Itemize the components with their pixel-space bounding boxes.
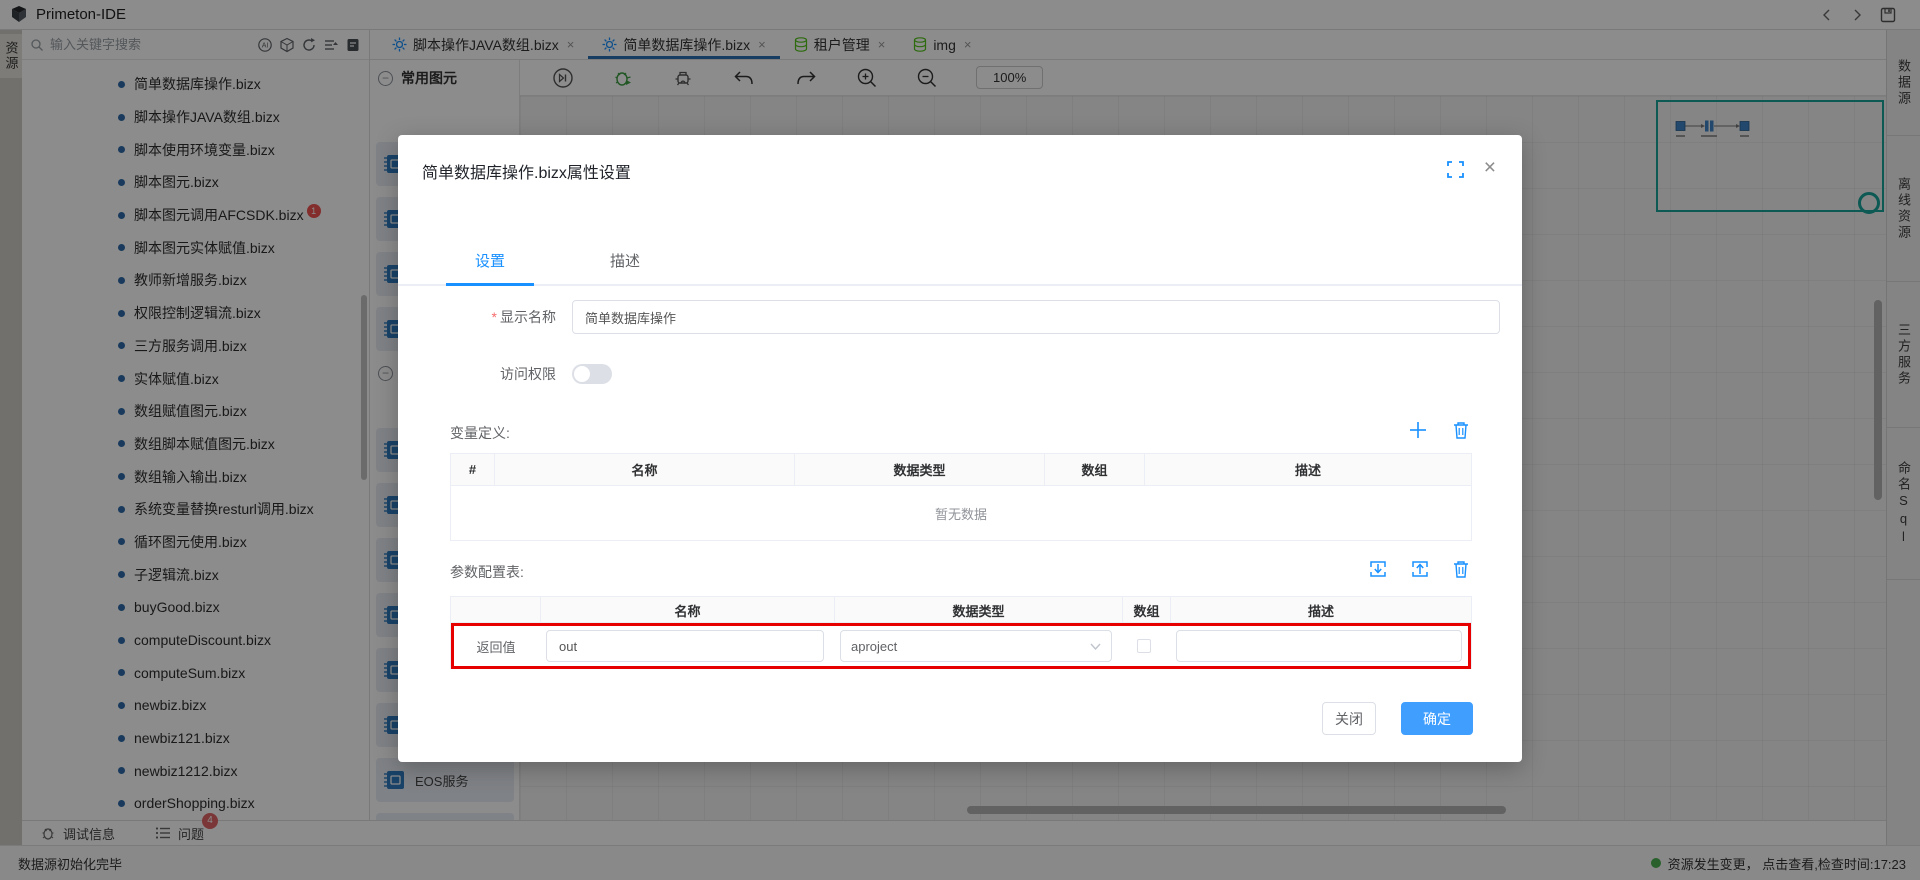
params-section-label: 参数配置表: xyxy=(450,562,524,582)
params-table: 名称数据类型数组描述 返回值 aproject xyxy=(450,596,1472,669)
chevron-down-icon xyxy=(1090,643,1101,650)
fullscreen-icon[interactable] xyxy=(1447,161,1464,178)
param-desc-cell xyxy=(1168,630,1470,662)
param-name-input[interactable] xyxy=(546,630,824,662)
param-datatype-value: aproject xyxy=(851,639,897,654)
variables-empty-state: 暂无数据 xyxy=(451,486,1471,540)
delete-variable-icon[interactable] xyxy=(1452,420,1470,440)
properties-dialog: 简单数据库操作.bizx属性设置 × 设置描述 *显示名称 访问权限 变量定义:… xyxy=(398,135,1522,762)
display-name-input[interactable] xyxy=(572,300,1500,334)
param-name-cell xyxy=(538,630,832,662)
table-header-cell: 数组 xyxy=(1123,597,1171,623)
return-value-label: 返回值 xyxy=(476,637,515,656)
add-variable-icon[interactable] xyxy=(1408,420,1428,440)
param-array-checkbox[interactable] xyxy=(1137,639,1151,653)
toggle-knob xyxy=(574,366,590,382)
variables-actions xyxy=(1408,420,1470,440)
table-header-cell: 描述 xyxy=(1145,454,1471,485)
table-header-cell: 描述 xyxy=(1171,597,1471,623)
close-icon[interactable]: × xyxy=(1484,157,1496,178)
dialog-footer: 关闭 确定 xyxy=(1322,702,1473,735)
variables-table: #名称数据类型数组描述 暂无数据 xyxy=(450,453,1472,541)
table-header-cell: 数据类型 xyxy=(795,454,1045,485)
access-row: 访问权限 xyxy=(446,364,612,384)
param-desc-input[interactable] xyxy=(1176,630,1462,662)
required-asterisk: * xyxy=(492,309,497,325)
param-array-cell xyxy=(1120,639,1168,653)
table-header-cell xyxy=(451,597,541,623)
display-name-row: *显示名称 xyxy=(446,300,1500,334)
variables-section-label: 变量定义: xyxy=(450,423,510,443)
ok-button[interactable]: 确定 xyxy=(1401,702,1473,735)
export-params-icon[interactable] xyxy=(1410,559,1430,579)
access-label: 访问权限 xyxy=(446,364,556,384)
dialog-title: 简单数据库操作.bizx属性设置 xyxy=(422,159,631,183)
variables-table-header: #名称数据类型数组描述 xyxy=(451,454,1471,486)
table-header-cell: 数据类型 xyxy=(835,597,1123,623)
param-datatype-select[interactable]: aproject xyxy=(840,630,1112,662)
param-datatype-cell: aproject xyxy=(832,630,1120,662)
table-header-cell: # xyxy=(451,454,495,485)
params-actions xyxy=(1368,559,1470,579)
table-header-cell: 数组 xyxy=(1045,454,1145,485)
import-params-icon[interactable] xyxy=(1368,559,1388,579)
dialog-tab[interactable]: 描述 xyxy=(581,240,669,284)
delete-params-icon[interactable] xyxy=(1452,559,1470,579)
dialog-tab[interactable]: 设置 xyxy=(446,240,534,284)
table-header-cell: 名称 xyxy=(495,454,795,485)
access-toggle[interactable] xyxy=(572,364,612,384)
close-button[interactable]: 关闭 xyxy=(1322,702,1376,735)
dialog-tabs: 设置 描述 xyxy=(398,240,1522,286)
params-table-header: 名称数据类型数组描述 xyxy=(451,597,1471,623)
display-name-label: *显示名称 xyxy=(446,307,556,327)
return-value-row: 返回值 aproject xyxy=(451,623,1471,669)
param-type-cell: 返回值 xyxy=(454,637,538,656)
table-header-cell: 名称 xyxy=(541,597,835,623)
